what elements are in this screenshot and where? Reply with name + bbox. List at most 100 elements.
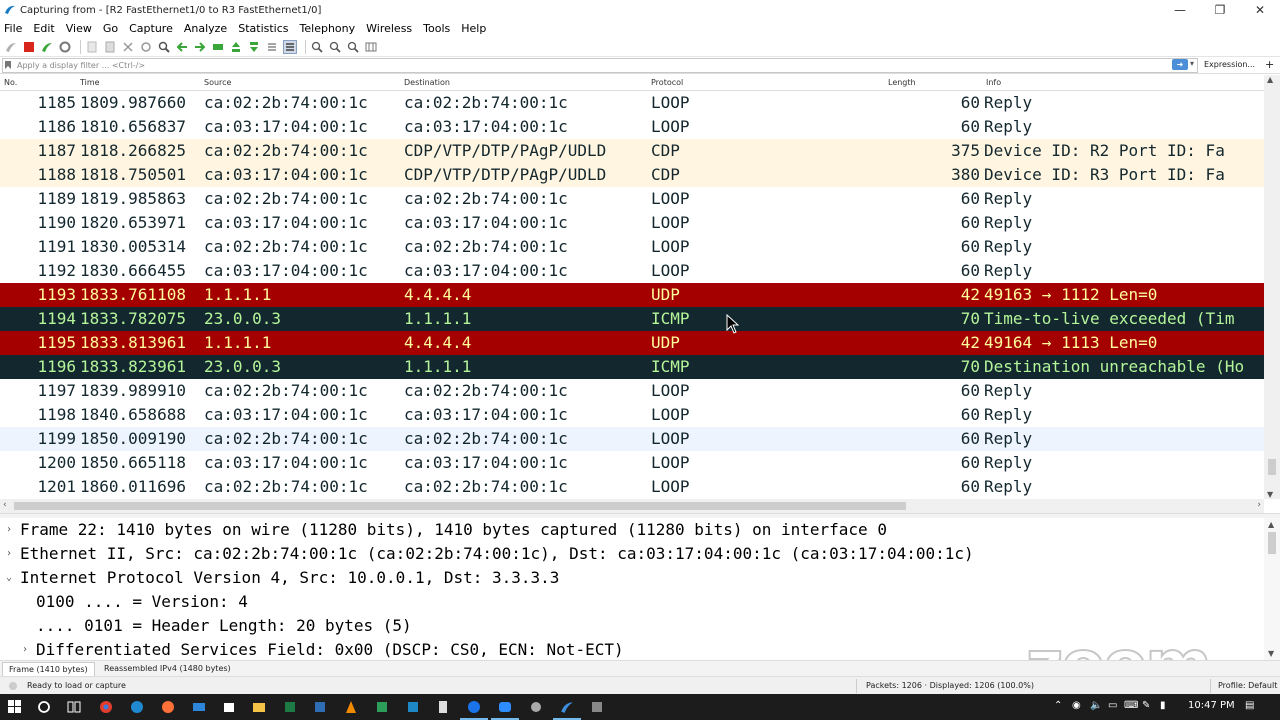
colorize-icon[interactable] — [283, 39, 297, 54]
column-header-no[interactable]: No. — [4, 78, 17, 87]
menu-help[interactable]: Help — [461, 22, 486, 35]
search-icon[interactable] — [35, 698, 53, 716]
column-header-time[interactable]: Time — [80, 78, 100, 87]
app-icon[interactable] — [588, 698, 606, 716]
packet-row[interactable]: 1191 1830.005314 ca:02:2b:74:00:1c ca:02:2b… — [0, 235, 1264, 259]
scrollbar-thumb[interactable] — [1268, 459, 1276, 475]
column-header-protocol[interactable]: Protocol — [651, 78, 683, 87]
column-header-length[interactable]: Length — [888, 78, 916, 87]
excel-icon[interactable] — [281, 698, 299, 716]
tab-frame-bytes[interactable]: Frame (1410 bytes) — [2, 662, 95, 676]
app-icon[interactable] — [311, 698, 329, 716]
resize-columns-icon[interactable] — [364, 40, 378, 54]
scrollbar-thumb[interactable] — [1268, 532, 1276, 554]
expression-button[interactable]: Expression... — [1204, 60, 1255, 69]
packet-row[interactable]: 1186 1810.656837 ca:03:17:04:00:1c ca:03:17… — [0, 115, 1264, 139]
menu-wireless[interactable]: Wireless — [366, 22, 412, 35]
windows-start-icon[interactable] — [6, 698, 24, 716]
packet-row[interactable]: 1198 1840.658688 ca:03:17:04:00:1c ca:03:17… — [0, 403, 1264, 427]
packet-row[interactable]: 1194 1833.782075 23.0.0.3 1.1.1.1 ICMP 70 Time… — [0, 307, 1264, 331]
scroll-down-icon[interactable]: ▼ — [1268, 649, 1274, 658]
packet-row[interactable]: 1201 1860.011696 ca:02:2b:74:00:1c ca:02:2b… — [0, 475, 1264, 499]
go-forward-icon[interactable] — [193, 40, 207, 54]
edge-icon[interactable] — [128, 698, 146, 716]
status-profile[interactable]: Profile: Default — [1218, 681, 1277, 690]
packet-row[interactable]: 1192 1830.666455 ca:03:17:04:00:1c ca:03:17… — [0, 259, 1264, 283]
zoom-app-icon[interactable] — [496, 698, 514, 716]
menu-statistics[interactable]: Statistics — [238, 22, 288, 35]
autoscroll-icon[interactable] — [265, 40, 279, 54]
apply-filter-icon[interactable]: ➜ — [1172, 59, 1188, 70]
network-icon[interactable]: ▭ — [1108, 700, 1117, 711]
app-icon[interactable] — [373, 698, 391, 716]
scroll-up-icon[interactable]: ▲ — [1268, 520, 1274, 529]
menu-capture[interactable]: Capture — [129, 22, 173, 35]
scroll-right-icon[interactable]: › — [1257, 500, 1261, 510]
maximize-button[interactable]: ❐ — [1200, 0, 1240, 20]
go-last-icon[interactable] — [247, 40, 261, 54]
menu-edit[interactable]: Edit — [33, 22, 54, 35]
start-capture-icon[interactable] — [4, 40, 18, 54]
collapsed-arrow-icon[interactable]: › — [6, 542, 12, 566]
packet-row[interactable]: 1200 1850.665118 ca:03:17:04:00:1c ca:03:17… — [0, 451, 1264, 475]
packet-row[interactable]: 1190 1820.653971 ca:03:17:04:00:1c ca:03:17… — [0, 211, 1264, 235]
close-button[interactable]: ✕ — [1240, 0, 1280, 20]
packet-row[interactable]: 1185 1809.987660 ca:02:2b:74:00:1c ca:02:2b… — [0, 91, 1264, 115]
restart-capture-icon[interactable] — [40, 40, 54, 54]
column-header-destination[interactable]: Destination — [404, 78, 450, 87]
packet-row[interactable]: 1187 1818.266825 ca:02:2b:74:00:1c CDP/VTP/… — [0, 139, 1264, 163]
mail-icon[interactable] — [190, 698, 208, 716]
collapsed-arrow-icon[interactable]: › — [22, 638, 28, 660]
packet-row[interactable]: 1199 1850.009190 ca:02:2b:74:00:1c ca:02:2b… — [0, 427, 1264, 451]
add-filter-button[interactable]: + — [1265, 58, 1274, 71]
chrome-icon[interactable] — [97, 698, 115, 716]
save-file-icon[interactable] — [103, 40, 117, 54]
pen-icon[interactable]: ✎ — [1142, 700, 1150, 711]
go-to-packet-icon[interactable] — [211, 40, 225, 54]
column-header-source[interactable]: Source — [204, 78, 231, 87]
detail-tree-item[interactable]: › Frame 22: 1410 bytes on wire (11280 bit… — [0, 518, 1264, 542]
minimize-button[interactable]: — — [1160, 0, 1200, 20]
scroll-down-icon[interactable]: ▼ — [1267, 490, 1273, 499]
app-icon[interactable] — [527, 698, 545, 716]
detail-tree-item[interactable]: › Ethernet II, Src: ca:02:2b:74:00:1c (ca… — [0, 542, 1264, 566]
tray-app-icon[interactable]: ◉ — [1072, 700, 1081, 711]
collapsed-arrow-icon[interactable]: › — [6, 518, 12, 542]
normal-size-icon[interactable] — [346, 40, 360, 54]
stop-capture-icon[interactable] — [22, 40, 36, 54]
expert-info-icon[interactable] — [8, 681, 18, 691]
packet-list-vertical-scrollbar[interactable]: ▲ ▼ — [1264, 75, 1280, 499]
details-vertical-scrollbar[interactable]: ▲ ▼ — [1264, 518, 1280, 660]
display-filter-input[interactable]: Apply a display filter ... <Ctrl-/> — [2, 58, 1198, 73]
reload-icon[interactable] — [139, 40, 153, 54]
tray-overflow-icon[interactable]: ⌃ — [1054, 700, 1062, 711]
bookmark-icon[interactable] — [4, 61, 12, 69]
tab-reassembled-ipv4[interactable]: Reassembled IPv4 (1480 bytes) — [98, 662, 237, 676]
packet-list-horizontal-scrollbar[interactable]: ‹ › — [0, 499, 1264, 513]
close-file-icon[interactable] — [121, 40, 135, 54]
menu-go[interactable]: Go — [103, 22, 118, 35]
vlc-icon[interactable] — [342, 698, 360, 716]
detail-tree-item[interactable]: ⌄ Internet Protocol Version 4, Src: 10.0.… — [0, 566, 1264, 590]
scroll-up-icon[interactable]: ▲ — [1267, 75, 1273, 84]
zoom-in-icon[interactable] — [310, 40, 324, 54]
filter-dropdown-icon[interactable]: ▾ — [1190, 59, 1194, 68]
scroll-left-icon[interactable]: ‹ — [3, 500, 7, 510]
column-header-info[interactable]: Info — [986, 78, 1001, 87]
battery-icon[interactable]: ▮ — [1160, 700, 1166, 711]
task-view-icon[interactable] — [65, 698, 83, 716]
menu-telephony[interactable]: Telephony — [300, 22, 356, 35]
menu-analyze[interactable]: Analyze — [184, 22, 227, 35]
packet-row[interactable]: 1189 1819.985863 ca:02:2b:74:00:1c ca:02:2b… — [0, 187, 1264, 211]
packet-row[interactable]: 1193 1833.761108 1.1.1.1 4.4.4.4 UDP 42 49163 … — [0, 283, 1264, 307]
detail-tree-item[interactable]: 0100 .... = Version: 4 — [0, 590, 1264, 614]
firefox-icon[interactable] — [159, 698, 177, 716]
calculator-icon[interactable] — [434, 698, 452, 716]
go-back-icon[interactable] — [175, 40, 189, 54]
go-first-icon[interactable] — [229, 40, 243, 54]
scrollbar-thumb[interactable] — [14, 502, 906, 510]
store-icon[interactable] — [220, 698, 238, 716]
taskbar-clock[interactable]: 10:47 PM — [1188, 700, 1235, 711]
app-icon[interactable] — [465, 698, 483, 716]
app-icon[interactable] — [404, 698, 422, 716]
